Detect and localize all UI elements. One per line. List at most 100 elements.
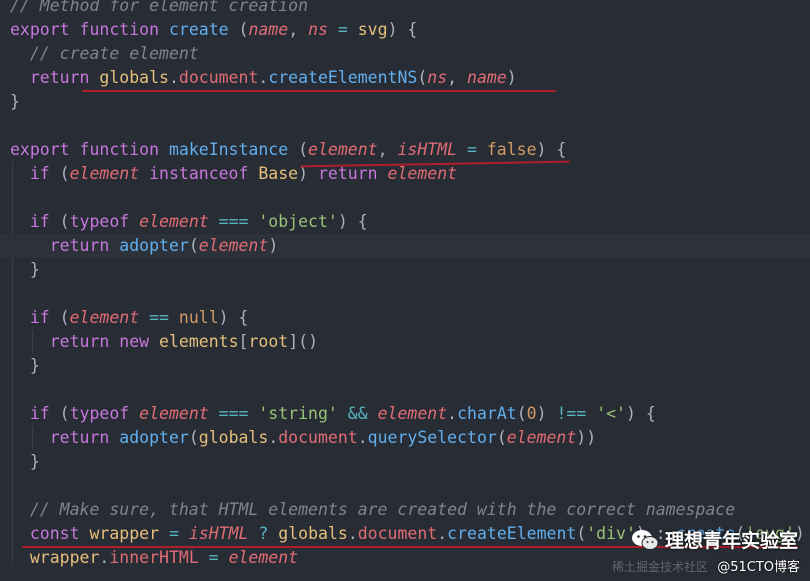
code-token: // Method for element creation (10, 0, 309, 15)
code-token: querySelector (367, 428, 497, 447)
watermark-subtitle: @51CTO博客 (717, 560, 800, 575)
code-token: ( (516, 404, 527, 423)
code-token: ( (59, 212, 70, 231)
code-token: = (457, 140, 487, 159)
code-token: if (10, 308, 60, 327)
code-token: '<' (596, 404, 626, 423)
code-token: makeInstance (168, 140, 299, 159)
code-line: export function makeInstance (element, i… (10, 138, 566, 162)
code-token: . (447, 404, 458, 423)
code-token: !== (546, 404, 597, 423)
code-token: . (347, 524, 358, 543)
code-token: ( (238, 20, 249, 39)
code-token: createElement (447, 524, 577, 543)
code-token: element (198, 236, 269, 255)
code-token: globals (198, 428, 269, 447)
code-token: . (99, 548, 110, 567)
code-token: , (447, 68, 468, 87)
code-token: ) { (218, 308, 249, 327)
code-token: isHTML (188, 524, 249, 543)
code-line: if (typeof element === 'string' && eleme… (10, 402, 656, 426)
code-token: ( (576, 524, 587, 543)
code-token: ( (59, 404, 70, 423)
wechat-icon (631, 529, 659, 550)
code-token: === (208, 404, 259, 423)
code-token: } (10, 92, 20, 111)
code-token: = (198, 548, 229, 567)
code-token: element (139, 404, 209, 423)
code-token: === (208, 212, 259, 231)
code-token: ) { (387, 20, 418, 39)
code-token: } (10, 260, 40, 279)
code-token: new (119, 332, 160, 351)
code-line: // Make sure, that HTML elements are cre… (10, 498, 735, 522)
code-token: ( (298, 140, 309, 159)
code-token: 'div' (586, 524, 636, 543)
code-token: name (248, 20, 289, 39)
code-line: if (typeof element === 'object') { (10, 210, 368, 234)
code-token: create (168, 20, 239, 39)
code-line: // Method for element creation (10, 0, 308, 18)
code-editor[interactable]: // Method for element creation export fun… (0, 0, 810, 581)
code-token: [ (238, 332, 249, 351)
code-token: ( (59, 308, 70, 327)
code-token: ( (496, 428, 507, 447)
code-token: . (437, 524, 448, 543)
code-token: element (139, 212, 209, 231)
code-token: ) (268, 236, 279, 255)
code-token: ns (308, 20, 328, 39)
code-line: if (element == null) { (10, 306, 249, 330)
code-token: elements (159, 332, 239, 351)
code-token: false (486, 140, 537, 159)
code-token: , (377, 140, 398, 159)
code-token: if (10, 212, 60, 231)
code-token: element (308, 140, 378, 159)
code-token: document (178, 68, 259, 87)
code-token: Base (258, 164, 299, 183)
code-token: function (79, 140, 169, 159)
code-token: const (10, 524, 90, 543)
code-line: } (10, 258, 40, 282)
code-line: // create element (10, 42, 199, 66)
code-token: ) { (536, 140, 567, 159)
code-token: ( (417, 68, 428, 87)
code-line: export function create (name, ns = svg) … (10, 18, 417, 42)
code-token: function (79, 20, 169, 39)
code-token: 'object' (258, 212, 338, 231)
code-token: } (10, 452, 40, 471)
code-token: if (10, 164, 60, 183)
code-token: . (168, 68, 179, 87)
code-token: root (248, 332, 289, 351)
code-token: && (337, 404, 378, 423)
code-token: } (10, 356, 40, 375)
code-token: isHTML (397, 140, 458, 159)
code-token: charAt (457, 404, 517, 423)
code-token: globals (278, 524, 348, 543)
code-token: ( (188, 236, 199, 255)
code-token: element (377, 404, 448, 423)
code-token: return (10, 68, 100, 87)
code-line: return adopter(element) (0, 234, 810, 258)
code-line: return adopter(globals.document.querySel… (10, 426, 596, 450)
code-line: wrapper.innerHTML = element (10, 546, 298, 570)
code-line: } (10, 90, 20, 114)
code-token: // create element (10, 44, 199, 63)
code-token: ns (427, 68, 448, 87)
code-token: )) (576, 428, 597, 447)
code-token: ( (59, 164, 70, 183)
code-token: createElementNS (268, 68, 418, 87)
code-token: element (506, 428, 577, 447)
code-token: return (10, 236, 120, 255)
code-token: return (10, 332, 120, 351)
code-token: instanceof (139, 164, 259, 183)
code-token: typeof (69, 212, 140, 231)
code-line: return new elements[root]() (10, 330, 318, 354)
code-token: 0 (526, 404, 537, 423)
code-token: innerHTML (109, 548, 199, 567)
code-token: ) { (337, 212, 368, 231)
code-token: 'string' (258, 404, 338, 423)
code-token: svg (357, 20, 388, 39)
code-token: if (10, 404, 60, 423)
code-token: ) { (626, 404, 656, 423)
code-token: == (139, 308, 179, 327)
